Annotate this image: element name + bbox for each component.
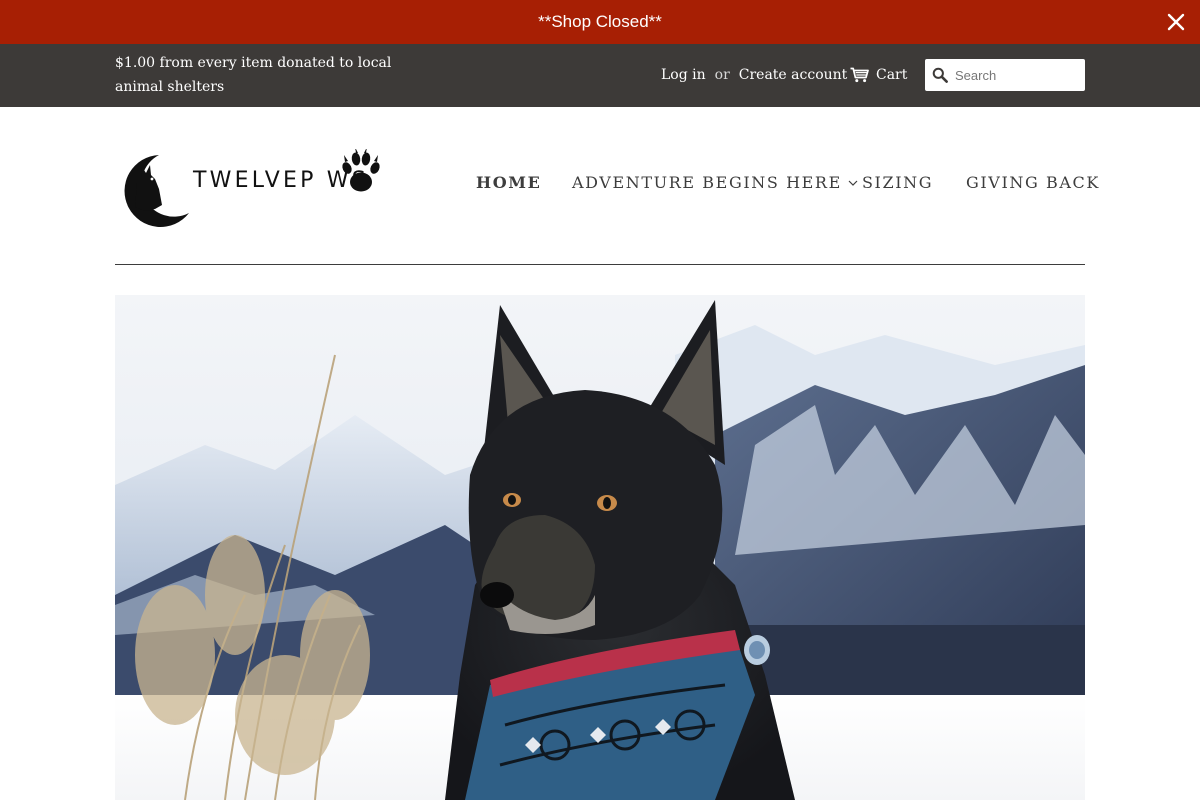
site-logo[interactable]: TWELVEP WS bbox=[115, 145, 433, 227]
create-account-link[interactable]: Create account bbox=[739, 67, 848, 83]
nav-item-giving-back[interactable]: GIVING BACK bbox=[966, 173, 1100, 192]
announcement-bar: **Shop Closed** bbox=[0, 0, 1200, 44]
or-separator: or bbox=[714, 67, 730, 83]
paw-icon bbox=[342, 149, 380, 192]
announcement-text: **Shop Closed** bbox=[538, 12, 662, 31]
donation-message: $1.00 from every item donated to local a… bbox=[115, 55, 392, 95]
hero-image bbox=[115, 295, 1085, 800]
nav-item-home[interactable]: HOME bbox=[476, 173, 541, 192]
nav-item-label: ADVENTURE BEGINS HERE bbox=[572, 173, 842, 192]
header-divider bbox=[115, 264, 1085, 265]
chevron-down-icon bbox=[848, 180, 858, 186]
search-icon[interactable] bbox=[925, 59, 955, 91]
close-icon[interactable] bbox=[1164, 10, 1188, 34]
login-link[interactable]: Log in bbox=[661, 67, 706, 83]
cart-link[interactable]: Cart bbox=[850, 64, 907, 86]
top-utility-bar: $1.00 from every item donated to local a… bbox=[0, 44, 1200, 107]
wolf-moon-icon bbox=[124, 155, 189, 227]
cart-label: Cart bbox=[876, 67, 908, 83]
nav-item-sizing[interactable]: SIZING bbox=[862, 173, 933, 192]
nav-item-adventure-begins-here[interactable]: ADVENTURE BEGINS HERE bbox=[572, 173, 858, 192]
search-input[interactable] bbox=[955, 61, 1079, 89]
account-links: Log in or Create account bbox=[661, 64, 847, 86]
search-form bbox=[925, 59, 1085, 91]
cart-icon bbox=[850, 67, 869, 83]
